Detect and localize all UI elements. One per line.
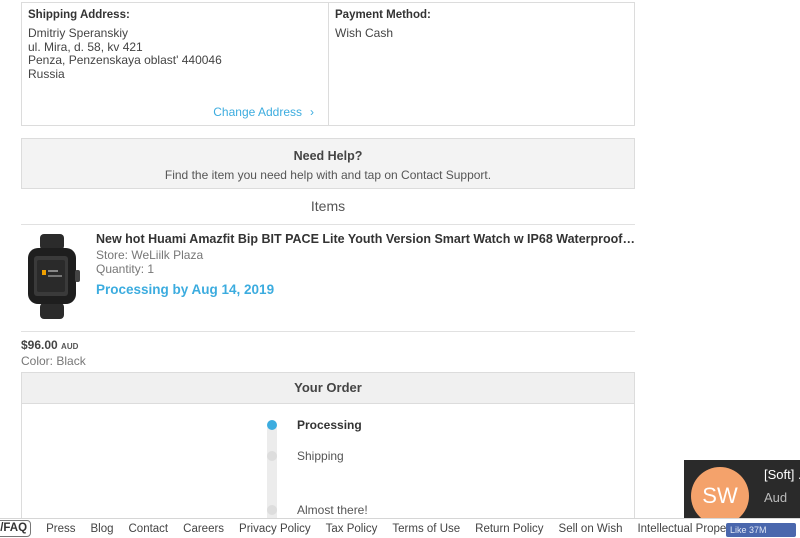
facebook-like-button[interactable]: Like 37M <box>726 523 796 537</box>
need-help-box: Need Help? Find the item you need help w… <box>21 138 635 189</box>
need-help-title: Need Help? <box>293 149 363 163</box>
footer-link-blog[interactable]: Blog <box>90 523 113 535</box>
chevron-right-icon: › <box>310 105 314 119</box>
order-progress: Processing Shipping Almost there! <box>22 404 634 533</box>
need-help-text: Find the item you need help with and tap… <box>164 168 492 182</box>
change-address-label: Change Address <box>213 105 302 119</box>
item-name[interactable]: New hot Huami Amazfit Bip BIT PACE Lite … <box>96 232 636 246</box>
footer-link-press[interactable]: Press <box>46 523 75 535</box>
address-line: ul. Mira, d. 58, kv 421 <box>28 39 143 54</box>
avatar: SW <box>691 467 749 518</box>
order-details: Shipping Address: Dmitriy Speranskiy ul.… <box>20 2 636 533</box>
item-status: Processing by Aug 14, 2019 <box>96 282 275 297</box>
footer-link-careers[interactable]: Careers <box>183 523 224 535</box>
shipping-address-section: Shipping Address: Dmitriy Speranskiy ul.… <box>22 3 329 125</box>
item-store: Store: WeLiilk Plaza <box>96 248 204 262</box>
step-processing: Processing <box>297 418 362 432</box>
price-value: $96.00 <box>21 338 58 352</box>
address-line: Penza, Penzenskaya oblast' 440046 <box>28 53 222 67</box>
step-dot-shipping <box>267 451 277 461</box>
order-item[interactable]: New hot Huami Amazfit Bip BIT PACE Lite … <box>20 225 636 331</box>
footer-link-tax-policy[interactable]: Tax Policy <box>326 523 378 535</box>
payment-method-value: Wish Cash <box>335 26 394 40</box>
step-dot-almost-there <box>267 505 277 515</box>
shipping-address-title: Shipping Address: <box>28 9 130 21</box>
footer-link-privacy-policy[interactable]: Privacy Policy <box>239 523 311 535</box>
change-address-link[interactable]: Change Address › <box>213 105 314 119</box>
step-almost-there: Almost there! <box>297 503 368 517</box>
footer-link-return-policy[interactable]: Return Policy <box>475 523 543 535</box>
address-line: Russia <box>28 66 65 81</box>
address-payment-box: Shipping Address: Dmitriy Speranskiy ul.… <box>21 2 635 126</box>
item-details: New hot Huami Amazfit Bip BIT PACE Lite … <box>96 232 636 297</box>
step-shipping: Shipping <box>297 449 344 463</box>
footer-link-sell-on-wish[interactable]: Sell on Wish <box>559 523 623 535</box>
footer-help-faq[interactable]: lp/FAQ <box>0 520 32 537</box>
item-color: Color: Black <box>21 354 86 368</box>
notification-subtitle: Aud <box>764 490 788 505</box>
notification-toast[interactable]: SW [Soft] ... Aud <box>684 460 800 518</box>
divider <box>21 331 635 332</box>
notification-title: [Soft] ... <box>764 467 800 482</box>
footer-link-intellectual-property[interactable]: Intellectual Property <box>637 523 739 535</box>
progress-track <box>267 424 277 533</box>
address-line: Dmitriy Speranskiy <box>28 26 129 40</box>
price-currency: AUD <box>61 342 79 351</box>
payment-method-section: Payment Method: Wish Cash <box>329 3 634 125</box>
item-quantity: Quantity: 1 <box>96 261 155 276</box>
footer-link-terms-of-use[interactable]: Terms of Use <box>392 523 460 535</box>
item-price: $96.00 AUD <box>21 338 635 352</box>
payment-method-title: Payment Method: <box>335 9 431 21</box>
your-order-box: Your Order Processing Shipping Almost th… <box>21 372 635 533</box>
footer-bar: lp/FAQ Press Blog Contact Careers Privac… <box>0 518 800 538</box>
footer-link-contact[interactable]: Contact <box>129 523 169 535</box>
items-heading: Items <box>310 198 346 214</box>
your-order-title: Your Order <box>22 373 634 404</box>
step-dot-processing <box>267 420 277 430</box>
product-image[interactable] <box>20 234 84 319</box>
